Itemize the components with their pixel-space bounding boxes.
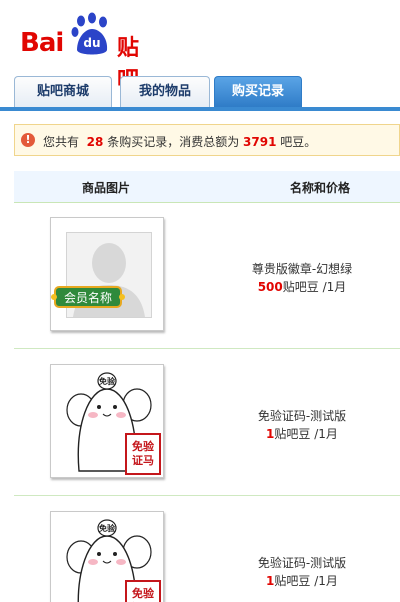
- warning-icon: !: [21, 133, 35, 147]
- column-header-image: 商品图片: [82, 181, 131, 195]
- header: Bai du 贴吧: [0, 0, 400, 93]
- product-price: 1贴吧豆 /1月: [232, 425, 372, 443]
- tab-my-items[interactable]: 我的物品: [120, 76, 210, 107]
- product-image[interactable]: 会员名称: [50, 217, 164, 331]
- stamp-line2: 证马: [132, 454, 154, 467]
- product-info: 免验证码-测试版 1贴吧豆 /1月: [232, 407, 372, 443]
- badge-right-dot: [119, 294, 125, 300]
- total-spent: 3791: [243, 135, 277, 149]
- member-name-badge: 会员名称: [51, 286, 125, 308]
- product-name: 免验证码-测试版: [257, 409, 347, 423]
- tab-purchase-history[interactable]: 购买记录: [214, 76, 302, 107]
- product-price: 1贴吧豆 /1月: [232, 572, 372, 590]
- table-row: 免验 免验证马 免验证码-测试版 1贴吧豆 /1月: [14, 349, 400, 496]
- price-value: 500: [257, 280, 283, 294]
- hat-glyph: 免验: [99, 523, 116, 533]
- table-row: 免验 免验证马 免验证码-测试版 1贴吧豆 /1月: [14, 496, 400, 602]
- captcha-free-stamp: 免验证马: [125, 433, 161, 475]
- hat-glyph: 免验: [99, 376, 116, 386]
- price-period: /1月: [322, 280, 347, 294]
- logo-bai-text: Bai: [20, 28, 64, 58]
- price-unit: 贴吧豆: [282, 280, 319, 294]
- tab-shop[interactable]: 贴吧商城: [14, 76, 112, 107]
- product-info: 免验证码-测试版 1贴吧豆 /1月: [232, 554, 372, 590]
- summary-suffix: 吧豆。: [280, 135, 317, 149]
- logo-du-text: du: [83, 36, 100, 50]
- stamp-line1: 免验: [132, 440, 154, 453]
- stamp-line1: 免验: [132, 587, 154, 600]
- price-unit: 贴吧豆: [274, 427, 311, 441]
- purchase-summary-notice: ! 您共有 28 条购买记录，消费总额为 3791 吧豆。: [14, 124, 400, 156]
- baidu-tieba-logo[interactable]: Bai du 贴吧: [20, 12, 160, 93]
- paw-icon: du: [71, 12, 108, 55]
- price-period: /1月: [314, 574, 338, 588]
- table-header: 商品图片 名称和价格: [14, 171, 400, 203]
- summary-prefix: 您共有: [43, 135, 80, 149]
- product-name: 免验证码-测试版: [257, 556, 347, 570]
- price-unit: 贴吧豆: [274, 574, 311, 588]
- table-row: 会员名称 尊贵版徽章-幻想绿 500贴吧豆 /1月: [14, 203, 400, 349]
- price-period: /1月: [314, 427, 338, 441]
- product-image[interactable]: 免验 免验证马: [50, 364, 164, 478]
- summary-middle: 条购买记录，消费总额为: [107, 135, 240, 149]
- product-image[interactable]: 免验 免验证马: [50, 511, 164, 602]
- tab-bar: 贴吧商城 我的物品 购买记录: [0, 72, 400, 111]
- product-info: 尊贵版徽章-幻想绿 500贴吧豆 /1月: [232, 260, 372, 296]
- captcha-free-stamp: 免验证马: [125, 580, 161, 602]
- product-price: 500贴吧豆 /1月: [232, 278, 372, 296]
- column-header-name-price: 名称和价格: [290, 181, 351, 195]
- summary-text: 您共有 28 条购买记录，消费总额为 3791 吧豆。: [43, 133, 316, 150]
- badge-label: 会员名称: [63, 291, 112, 305]
- badge-left-dot: [51, 294, 57, 300]
- product-name: 尊贵版徽章-幻想绿: [251, 262, 353, 276]
- record-count: 28: [86, 135, 104, 149]
